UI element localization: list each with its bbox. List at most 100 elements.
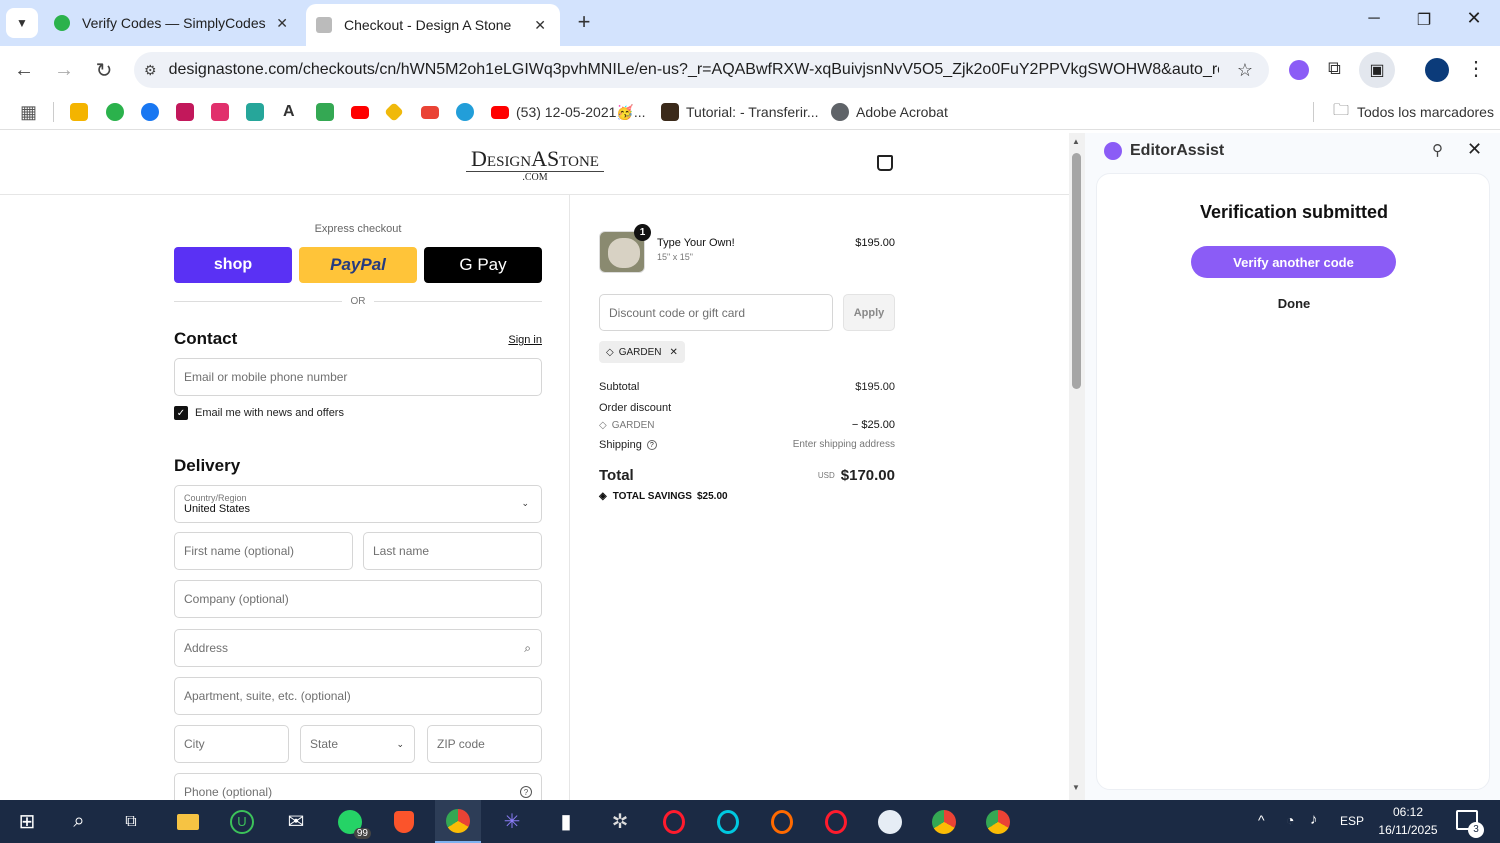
scroll-up-arrow[interactable]: ▲ [1072,137,1080,146]
bookmark-adobe[interactable]: Adobe Acrobat [831,94,948,130]
address-bar[interactable]: ⚙ designastone.com/checkouts/cn/hWN5M2oh… [134,52,1269,88]
mail-icon[interactable]: ✉ [273,800,319,843]
paypal-button[interactable]: PayPal [299,247,417,283]
opera-icon[interactable] [651,800,697,843]
chrome-icon[interactable] [435,800,481,843]
tab-title: Verify Codes — SimplyCodes [82,15,266,31]
bookmark-youtube[interactable]: (53) 12-05-2021🥳... [491,94,646,130]
unpin-icon[interactable]: ⚲ [1432,141,1443,159]
bookmark-icon-3[interactable] [176,94,194,130]
new-tab-button[interactable]: + [570,8,598,36]
instagram-icon [211,103,229,121]
zip-field[interactable]: ZIP code [427,725,542,763]
all-bookmarks-button[interactable]: 🗀 Todos los marcadores [1333,94,1494,130]
apartment-field[interactable]: Apartment, suite, etc. (optional) [174,677,542,715]
bookmark-icon-9[interactable] [384,94,404,130]
opera-icon[interactable] [759,800,805,843]
clock-app-icon[interactable] [867,800,913,843]
done-button[interactable]: Done [1097,296,1491,311]
address-field[interactable]: Address ⌕ [174,629,542,667]
reload-icon[interactable]: ↻ [88,46,120,94]
page-scrollbar[interactable]: ▲ ▼ [1069,133,1085,800]
clock[interactable]: 06:12 16/11/2025 [1370,803,1446,839]
state-select[interactable]: State ⌄ [300,725,415,763]
site-info-icon[interactable]: ⚙ [144,62,157,79]
language-indicator[interactable]: ESP [1340,814,1364,828]
menu-icon[interactable]: ⋮ [1466,56,1486,81]
extensions-icon[interactable]: ⧉ [1328,58,1341,79]
country-select[interactable]: Country/Region United States ⌄ [174,485,542,523]
apps-icon[interactable]: ▦ [20,94,37,130]
start-icon[interactable]: ⊞ [4,800,50,843]
help-icon[interactable]: ? [520,786,532,798]
apply-button[interactable]: Apply [843,294,895,331]
bookmark-icon-7[interactable] [316,94,334,130]
editorassist-extension-icon[interactable] [1289,60,1309,80]
search-icon[interactable]: ⌕ [56,800,102,843]
cart-icon[interactable] [877,155,893,171]
brave-icon[interactable] [381,800,427,843]
email-field[interactable]: Email or mobile phone number [174,358,542,396]
bookmark-icon-1[interactable] [106,94,124,130]
bookmark-icon-11[interactable] [456,94,474,130]
notification-badge: 3 [1468,822,1484,838]
stats-icon[interactable]: ▮ [543,800,589,843]
back-icon[interactable]: ← [8,46,40,94]
verify-another-code-button[interactable]: Verify another code [1191,246,1396,278]
remove-code-icon[interactable]: ✕ [670,347,678,358]
tab-simplycodes[interactable]: Verify Codes — SimplyCodes ✕ [46,0,302,46]
order-discount-row: Order discount [599,402,895,414]
site-logo[interactable]: DesignAStone .COM [466,147,604,183]
bookmark-star-icon[interactable]: ☆ [1237,60,1253,81]
tab-checkout[interactable]: Checkout - Design A Stone ✕ [306,4,560,46]
info-icon[interactable]: ? [646,440,657,450]
settings-app-icon[interactable]: ✲ [597,800,643,843]
google-pay-button[interactable]: G Pay [424,247,542,283]
chrome-icon[interactable] [975,800,1021,843]
opera-icon[interactable] [813,800,859,843]
bookmark-tutorial[interactable]: Tutorial: - Transferir... [661,94,819,130]
checkout-page: DesignAStone .COM Express checkout shop … [0,133,1069,800]
newsletter-checkbox-row[interactable]: ✓ Email me with news and offers [174,406,344,420]
close-window-icon[interactable]: ✕ [1462,8,1486,32]
scroll-thumb[interactable] [1072,153,1081,389]
discount-field[interactable]: Discount code or gift card [599,294,833,331]
close-tab-icon[interactable]: ✕ [534,17,546,34]
chevron-up-icon[interactable]: ^ [1258,812,1265,828]
tab-search-button[interactable]: ▼ [6,8,38,38]
url-text[interactable]: designastone.com/checkouts/cn/hWN5M2oh1e… [169,61,1219,79]
checkbox-checked-icon[interactable]: ✓ [174,406,188,420]
bookmark-icon-10[interactable] [421,94,439,130]
company-field[interactable]: Company (optional) [174,580,542,618]
minimize-icon[interactable]: ─ [1362,10,1386,34]
phone-field[interactable]: Phone (optional)? [174,773,542,800]
city-field[interactable]: City [174,725,289,763]
volume-icon[interactable]: ♪ [1310,811,1318,828]
file-explorer-icon[interactable] [165,800,211,843]
upwork-icon[interactable]: U [219,800,265,843]
task-view-icon[interactable]: ⧉ [108,800,154,843]
telegram-icon [456,103,474,121]
bookmark-icon-8[interactable] [351,94,369,130]
sign-in-link[interactable]: Sign in [496,334,542,346]
wifi-icon[interactable]: ◔ [1286,812,1294,828]
last-name-field[interactable]: Last name [363,532,542,570]
close-panel-icon[interactable]: ✕ [1467,139,1482,160]
bookmark-icon-5[interactable] [246,94,264,130]
whatsapp-icon[interactable]: 99 [327,800,373,843]
app-icon[interactable]: ✳ [489,800,535,843]
bookmark-icon-6[interactable]: A [283,94,295,130]
bookmark-icon-2[interactable] [141,94,159,130]
restore-icon[interactable]: ❐ [1412,10,1436,34]
scroll-down-arrow[interactable]: ▼ [1072,783,1080,792]
shop-pay-button[interactable]: shop [174,247,292,283]
profile-avatar[interactable] [1425,58,1449,82]
bookmark-icon-4[interactable] [211,94,229,130]
opera-gx-icon[interactable] [705,800,751,843]
close-tab-icon[interactable]: ✕ [276,15,288,32]
first-name-field[interactable]: First name (optional) [174,532,353,570]
forward-icon[interactable]: → [48,46,80,94]
bookmark-icon-0[interactable] [70,94,88,130]
chrome-icon[interactable] [921,800,967,843]
side-panel-icon[interactable]: ▣ [1359,52,1395,88]
